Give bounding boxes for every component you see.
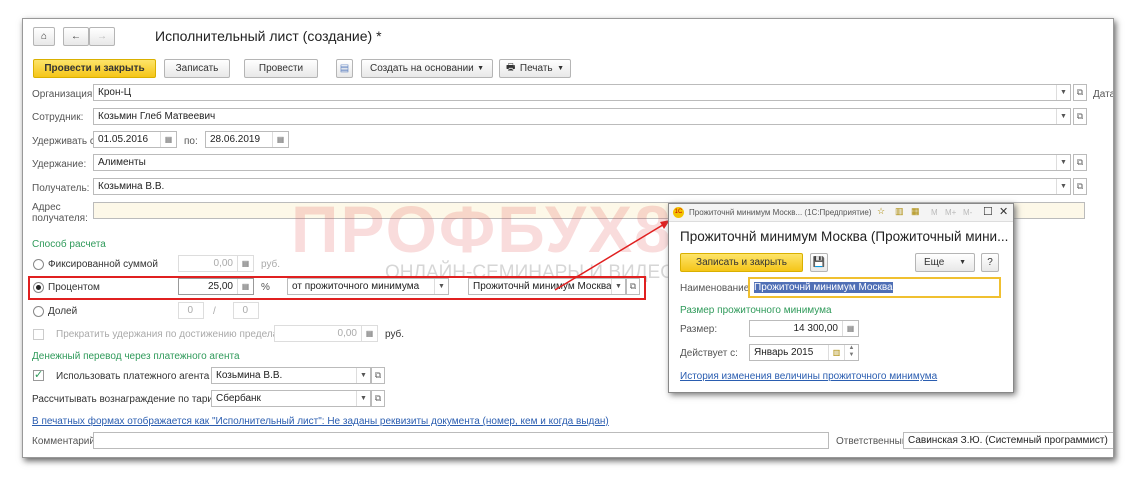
more-label: Еще <box>924 257 945 268</box>
history-link[interactable]: История изменения величины прожиточного … <box>680 371 937 382</box>
spin-icon[interactable]: ▲ ▼ <box>844 345 858 360</box>
save-icon[interactable]: 💾 <box>810 253 828 272</box>
close-icon[interactable]: ✕ <box>999 205 1008 218</box>
name-label: Наименование: <box>680 283 753 294</box>
name-field[interactable]: Прожиточнй минимум Москва <box>748 277 1001 298</box>
size-value: 14 300,00 <box>793 323 839 334</box>
calculator-icon[interactable]: ▦ <box>842 321 858 336</box>
valid-label: Действует с: <box>680 348 738 359</box>
dialog-title: Прожиточнй минимум Москва (Прожиточный м… <box>680 229 1009 244</box>
report-icon[interactable]: ▥ <box>895 206 904 217</box>
calendar-icon[interactable]: ▦ <box>911 206 920 217</box>
chevron-down-icon: ▼ <box>959 259 966 266</box>
size-label: Размер: <box>680 324 718 335</box>
more-button[interactable]: Еще ▼ <box>915 253 975 272</box>
memory-m-plus[interactable]: M+ <box>945 208 956 217</box>
living-wage-dialog: 1С Прожиточнй минимум Москв... (1С:Предп… <box>668 203 1014 393</box>
help-button[interactable]: ? <box>981 253 999 272</box>
size-section: Размер прожиточного минимума <box>680 305 832 316</box>
dialog-window-title: Прожиточнй минимум Москв... (1С:Предприя… <box>689 208 872 217</box>
name-value: Прожиточнй минимум Москва <box>754 282 893 293</box>
favorite-icon[interactable]: ☆ <box>877 206 885 217</box>
valid-value: Январь 2015 <box>754 347 814 358</box>
memory-m[interactable]: M <box>931 208 938 217</box>
size-field[interactable]: 14 300,00 ▦ <box>749 320 859 337</box>
dialog-titlebar: 1С Прожиточнй минимум Москв... (1С:Предп… <box>669 204 1013 222</box>
select-icon[interactable]: ▥ <box>828 345 844 360</box>
maximize-icon[interactable]: ☐ <box>983 205 993 218</box>
valid-field[interactable]: Январь 2015 ▥ ▲ ▼ <box>749 344 859 361</box>
memory-m-minus[interactable]: M- <box>963 208 972 217</box>
app-logo-icon: 1С <box>673 207 684 218</box>
save-close-button[interactable]: Записать и закрыть <box>680 253 803 272</box>
